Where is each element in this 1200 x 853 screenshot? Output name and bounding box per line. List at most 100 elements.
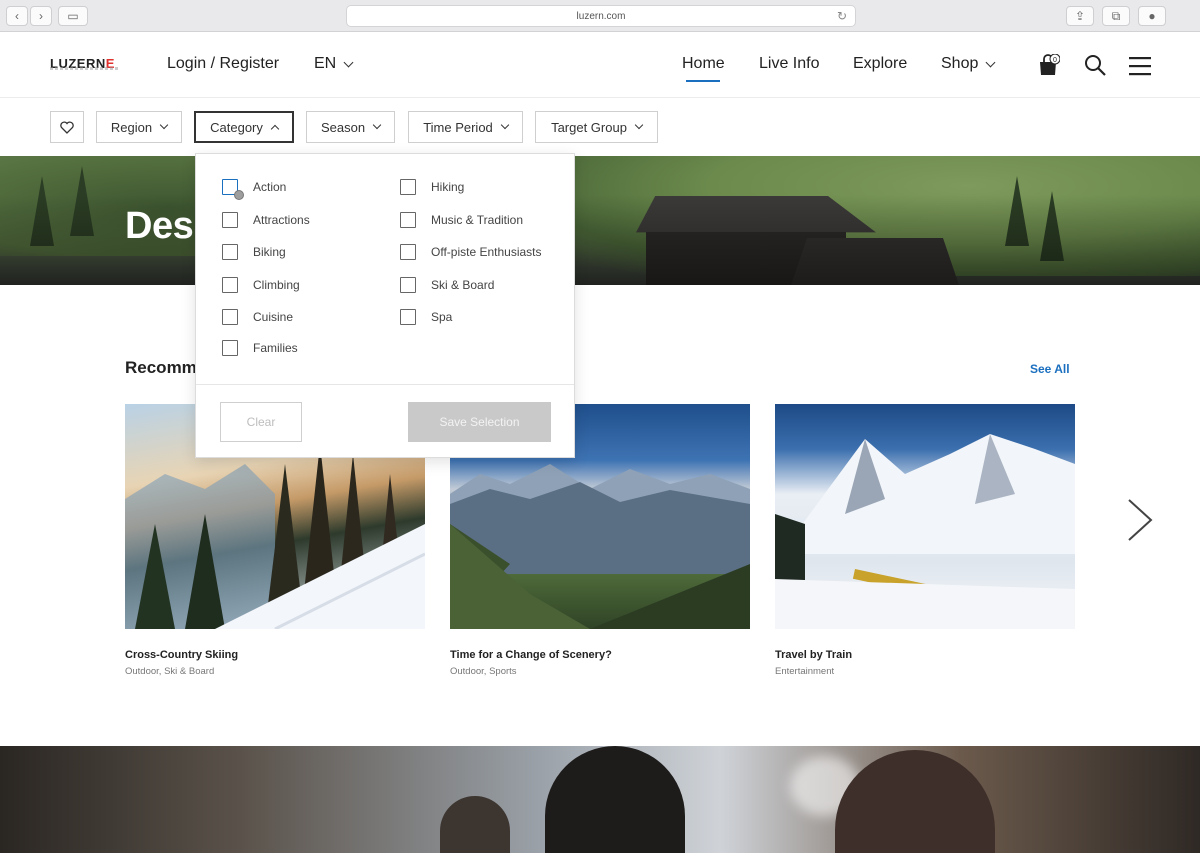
checkbox[interactable]	[222, 244, 238, 260]
time-period-filter-button[interactable]: Time Period	[408, 111, 523, 143]
category-option-spa[interactable]: Spa	[400, 309, 452, 325]
nav-shop[interactable]: Shop	[941, 55, 996, 73]
nav-live-info[interactable]: Live Info	[759, 55, 819, 73]
checkbox[interactable]	[222, 212, 238, 228]
filter-bar: Region Category Season Time Period Targe…	[0, 99, 1200, 156]
checkbox[interactable]	[222, 340, 238, 356]
nav-live-info-label: Live Info	[759, 55, 820, 72]
option-label: Action	[253, 180, 287, 194]
chevron-left-icon[interactable]: ‹	[6, 6, 28, 26]
category-option-action[interactable]: Action	[222, 179, 286, 195]
option-label: Spa	[431, 310, 453, 324]
option-label: Cuisine	[253, 310, 294, 324]
category-filter-button[interactable]: Category	[194, 111, 294, 143]
region-filter-label: Region	[110, 119, 153, 135]
category-option-families[interactable]: Families	[222, 340, 298, 356]
hamburger-menu-icon[interactable]	[1129, 56, 1151, 76]
card-title: Cross-Country Skiing	[125, 649, 239, 661]
target-group-filter-label: Target Group	[551, 119, 627, 135]
chevron-down-icon	[159, 120, 169, 130]
card-tags: Outdoor, Sports	[450, 666, 517, 677]
chevron-down-icon	[500, 120, 510, 130]
card-title: Time for a Change of Scenery?	[450, 649, 612, 661]
checkbox[interactable]	[222, 277, 238, 293]
checkbox[interactable]	[400, 309, 416, 325]
option-label: Biking	[253, 245, 286, 259]
chevron-up-icon	[270, 124, 280, 133]
option-label: Families	[253, 341, 298, 355]
cart-count: 0	[1053, 57, 1057, 64]
checkbox[interactable]	[222, 309, 238, 325]
tabs-icon[interactable]: ⧉	[1102, 6, 1130, 26]
target-group-filter-button[interactable]: Target Group	[535, 111, 658, 143]
chevron-right-icon[interactable]	[1123, 498, 1157, 542]
sidebar-icon[interactable]: ▭	[58, 6, 88, 26]
nav-home[interactable]: Home	[682, 55, 725, 73]
category-dropdown: Action Attractions Biking Climbing Cuisi…	[195, 153, 575, 458]
nav-explore-label: Explore	[853, 55, 908, 72]
category-option-hiking[interactable]: Hiking	[400, 179, 464, 195]
login-register-label: Login / Register	[167, 55, 280, 72]
heart-icon	[60, 120, 74, 134]
checkbox[interactable]	[400, 277, 416, 293]
recommendation-card[interactable]: Travel by Train Entertainment	[775, 404, 1075, 677]
option-label: Off-piste Enthusiasts	[431, 245, 542, 259]
feature-image	[0, 746, 1200, 853]
checkbox[interactable]	[400, 244, 416, 260]
checkbox[interactable]	[400, 212, 416, 228]
chevron-down-icon	[985, 57, 996, 67]
season-filter-label: Season	[320, 119, 366, 135]
url-text: luzern.com	[576, 10, 626, 22]
logo[interactable]: LUZERNE	[50, 56, 120, 71]
chevron-down-icon	[634, 120, 644, 130]
save-selection-button[interactable]: Save Selection	[408, 402, 551, 442]
search-icon[interactable]	[1084, 54, 1106, 76]
time-period-filter-label: Time Period	[423, 119, 493, 135]
see-all-link[interactable]: See All	[1030, 362, 1070, 376]
chevron-down-icon	[372, 120, 382, 130]
category-option-climbing[interactable]: Climbing	[222, 277, 300, 293]
nav-active-indicator	[686, 80, 720, 82]
language-label: EN	[314, 55, 337, 72]
option-label: Music & Tradition	[431, 213, 524, 227]
clear-button[interactable]: Clear	[220, 402, 302, 442]
card-title: Travel by Train	[775, 649, 853, 661]
nav-home-label: Home	[682, 55, 725, 72]
nav-explore[interactable]: Explore	[853, 55, 907, 73]
category-filter-label: Category	[210, 119, 263, 135]
chevron-down-icon	[343, 57, 354, 67]
reload-icon[interactable]: ↻	[837, 9, 847, 23]
option-label: Climbing	[253, 278, 300, 292]
chevron-right-icon[interactable]: ›	[30, 6, 52, 26]
season-filter-button[interactable]: Season	[306, 111, 395, 143]
language-selector[interactable]: EN	[314, 55, 354, 73]
category-option-music-tradition[interactable]: Music & Tradition	[400, 212, 523, 228]
extension-icon[interactable]: ●	[1138, 6, 1166, 26]
login-register-link[interactable]: Login / Register	[167, 55, 279, 73]
category-option-biking[interactable]: Biking	[222, 244, 286, 260]
card-tags: Outdoor, Ski & Board	[125, 666, 215, 677]
category-option-off-piste[interactable]: Off-piste Enthusiasts	[400, 244, 542, 260]
option-label: Hiking	[431, 180, 465, 194]
nav-shop-label: Shop	[941, 55, 979, 72]
logo-tagline	[50, 67, 120, 70]
hero-title: Des	[125, 205, 194, 247]
site-header: LUZERNE Login / Register EN Home Live In…	[0, 32, 1200, 98]
category-option-ski-board[interactable]: Ski & Board	[400, 277, 494, 293]
checkbox[interactable]	[400, 179, 416, 195]
category-option-cuisine[interactable]: Cuisine	[222, 309, 293, 325]
recommended-title: Recomm	[125, 358, 197, 377]
category-option-attractions[interactable]: Attractions	[222, 212, 310, 228]
region-filter-button[interactable]: Region	[96, 111, 182, 143]
card-image	[775, 404, 1075, 629]
divider	[196, 384, 574, 385]
mouse-cursor	[234, 190, 244, 200]
shopping-bag-icon[interactable]: 0	[1038, 54, 1060, 76]
share-icon[interactable]: ⇪	[1066, 6, 1094, 26]
option-label: Attractions	[253, 213, 310, 227]
option-label: Ski & Board	[431, 278, 495, 292]
favorites-filter-button[interactable]	[50, 111, 84, 143]
browser-toolbar: ‹ › ▭ luzern.com ↻ ⇪ ⧉ ●	[0, 0, 1200, 32]
card-tags: Entertainment	[775, 666, 835, 677]
address-bar[interactable]: luzern.com ↻	[346, 5, 856, 27]
